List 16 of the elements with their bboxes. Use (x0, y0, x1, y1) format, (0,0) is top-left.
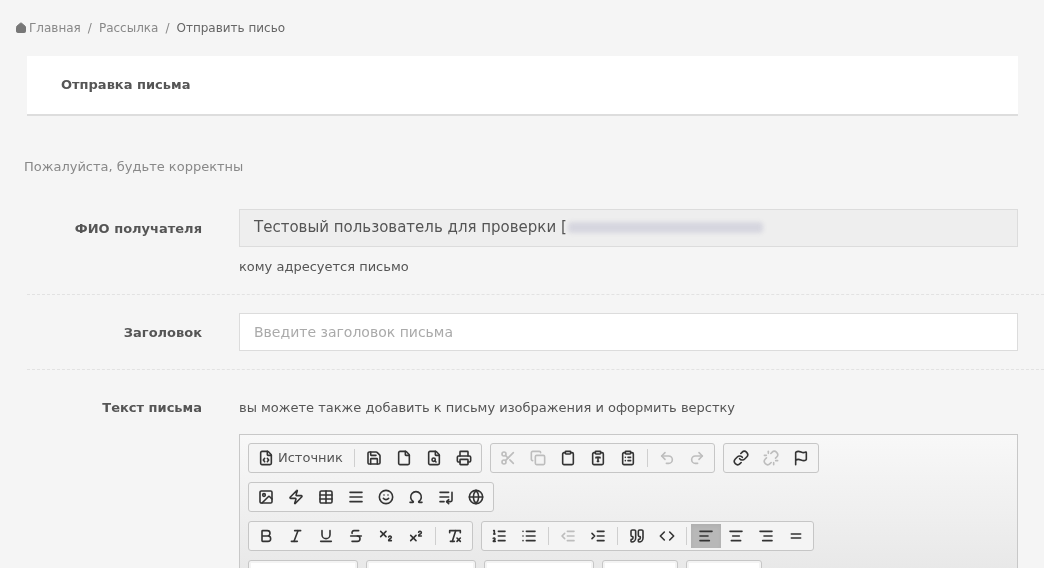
recipient-name: Тестовый пользователь для проверки [ (254, 217, 567, 239)
recipient-field[interactable]: Тестовый пользователь для проверки [ (239, 208, 1018, 247)
notice-text: Пожалуйста, будьте корректны (24, 158, 245, 176)
current-page-text: Отправить письо (176, 20, 286, 37)
title-input[interactable]: Введите заголовок письма (239, 313, 1018, 351)
source-button[interactable]: Источник (251, 446, 350, 470)
breadcrumb-separator: / (165, 20, 170, 37)
breadcrumb-link[interactable]: Рассылка (98, 19, 159, 37)
breadcrumb-link[interactable]: Главная (29, 19, 81, 37)
field-label: ФИО получателя (73, 219, 203, 238)
help-text: кому адресуется письмо (239, 257, 410, 276)
help-text: вы можете также добавить к письму изображения и оформить верстку (239, 399, 736, 417)
card-title: Отправка письма (61, 76, 191, 95)
field-label: Заголовок (122, 324, 203, 342)
breadcrumb-separator: / (87, 20, 92, 37)
field-label: Текст письма (101, 399, 203, 417)
